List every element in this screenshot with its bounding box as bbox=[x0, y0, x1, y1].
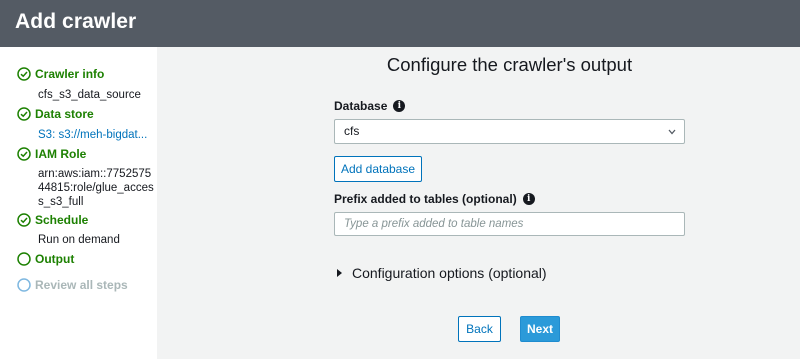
step-detail-link[interactable]: S3: s3://meh-bigdat... bbox=[38, 128, 147, 142]
step-crawler-info[interactable]: Crawler info bbox=[17, 67, 104, 81]
step-label: Output bbox=[35, 252, 75, 266]
prefix-input[interactable] bbox=[334, 212, 685, 236]
step-detail: Run on demand bbox=[38, 234, 120, 246]
circle-icon bbox=[17, 278, 31, 292]
step-label: Schedule bbox=[35, 213, 89, 227]
database-label: Database i bbox=[334, 99, 406, 113]
back-button[interactable]: Back bbox=[458, 316, 501, 342]
info-icon[interactable]: i bbox=[522, 193, 535, 205]
next-button[interactable]: Next bbox=[520, 316, 560, 342]
step-data-store[interactable]: Data store bbox=[17, 107, 94, 121]
prefix-label-text: Prefix added to tables (optional) bbox=[334, 192, 517, 206]
database-selected-value: cfs bbox=[344, 124, 360, 138]
chevron-down-icon bbox=[668, 129, 676, 135]
step-detail: cfs_s3_data_source bbox=[38, 89, 141, 101]
prefix-label: Prefix added to tables (optional) i bbox=[334, 192, 535, 206]
configuration-options-expander[interactable]: Configuration options (optional) bbox=[337, 265, 547, 281]
check-circle-icon bbox=[17, 147, 31, 161]
step-detail: arn:aws:iam::775257544815:role/glue_acce… bbox=[38, 168, 154, 208]
step-schedule[interactable]: Schedule bbox=[17, 213, 88, 227]
step-iam-role[interactable]: IAM Role bbox=[17, 147, 86, 161]
step-review: Review all steps bbox=[17, 278, 128, 292]
database-select[interactable]: cfs bbox=[334, 119, 685, 144]
main-panel: Configure the crawler's output Database … bbox=[157, 47, 800, 359]
header-bar: Add crawler bbox=[0, 0, 800, 47]
step-label: Review all steps bbox=[35, 278, 128, 292]
check-circle-icon bbox=[17, 67, 31, 81]
add-database-button[interactable]: Add database bbox=[334, 156, 422, 182]
step-output[interactable]: Output bbox=[17, 252, 74, 266]
configuration-options-label: Configuration options (optional) bbox=[352, 265, 547, 281]
circle-icon bbox=[17, 252, 31, 266]
step-label: Crawler info bbox=[35, 67, 105, 81]
check-circle-icon bbox=[17, 107, 31, 121]
info-icon[interactable]: i bbox=[393, 100, 406, 112]
caret-right-icon bbox=[337, 269, 342, 277]
database-label-text: Database bbox=[334, 99, 388, 113]
step-label: IAM Role bbox=[35, 147, 87, 161]
check-circle-icon bbox=[17, 213, 31, 227]
step-label: Data store bbox=[35, 107, 94, 121]
steps-sidebar: Crawler info cfs_s3_data_source Data sto… bbox=[0, 47, 157, 359]
section-title: Configure the crawler's output bbox=[386, 54, 633, 75]
page-title: Add crawler bbox=[15, 10, 137, 33]
